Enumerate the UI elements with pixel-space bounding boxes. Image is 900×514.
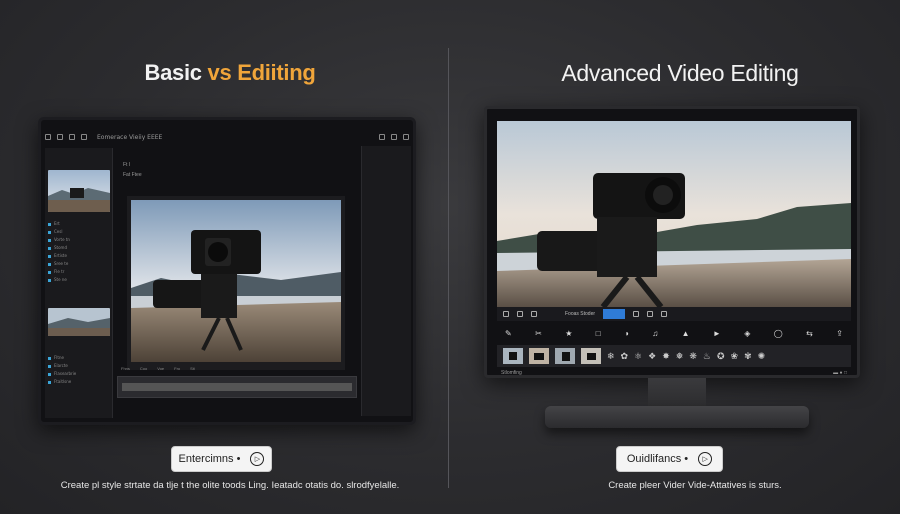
basic-caption: Create pl style strtate da tlje t the ol… bbox=[60, 480, 400, 491]
play-icon: ▷ bbox=[250, 452, 265, 466]
effect-icon[interactable]: ♨ bbox=[703, 351, 711, 362]
effect-icon[interactable]: ✺ bbox=[758, 351, 766, 362]
timeline-label: Coo bbox=[139, 366, 148, 371]
audio-icon[interactable] bbox=[647, 311, 654, 317]
mask-icon[interactable]: ◯ bbox=[774, 329, 783, 341]
effect-icon[interactable]: ✪ bbox=[717, 351, 725, 362]
crop-icon[interactable] bbox=[531, 311, 537, 317]
tool-icons-row: ✎ ✂ ★ □ ◑ ♫ ▲ ► ◈ ◯ ⇆ ⇪ bbox=[497, 329, 851, 341]
window-icon[interactable] bbox=[403, 134, 409, 140]
media-thumbnail-1[interactable] bbox=[48, 170, 110, 212]
scissors-icon[interactable]: ✂ bbox=[535, 329, 542, 341]
timeline-labels: Fhns Coo Voe Fro Sti bbox=[121, 366, 195, 371]
center-divider bbox=[448, 48, 449, 488]
preview-image[interactable] bbox=[497, 121, 851, 307]
export-icon[interactable]: ⇪ bbox=[836, 329, 843, 341]
star-icon[interactable]: ★ bbox=[565, 329, 572, 341]
editor-top-bar: Eomerace Vieiiy EEEE bbox=[45, 132, 409, 142]
media-list: Ert Cesl Vorte tn Stomd Ertiste Sree te … bbox=[48, 220, 70, 284]
music-icon[interactable]: ♫ bbox=[652, 329, 658, 341]
list-item[interactable]: Flasearbrie bbox=[48, 370, 76, 378]
transition-icon[interactable]: ⇆ bbox=[806, 329, 813, 341]
save-icon[interactable] bbox=[69, 134, 75, 140]
settings-icon[interactable] bbox=[391, 134, 397, 140]
advanced-button-label: Ouidlifancs • bbox=[626, 453, 689, 465]
play-icon: ▷ bbox=[698, 452, 713, 466]
zoom-icon[interactable] bbox=[503, 311, 509, 317]
preview-monitor[interactable] bbox=[127, 196, 345, 370]
effect-icon[interactable]: ✸ bbox=[662, 351, 670, 362]
timeline-label: Fro bbox=[174, 366, 181, 371]
title-word-basic: Basic bbox=[144, 60, 203, 85]
monitor-stand-base bbox=[545, 406, 809, 428]
status-bar: Stlomfing ▬ ● □ bbox=[497, 370, 851, 378]
advanced-editor-monitor: Fooas Stoder ✎ ✂ ★ □ ◑ ♫ ▲ ► ◈ ◯ ⇆ ⇪ ❄ ✿… bbox=[484, 106, 860, 378]
basic-editing-button[interactable]: Entercimns • ▷ bbox=[171, 446, 272, 472]
text-icon[interactable] bbox=[661, 311, 668, 317]
basic-button-label: Entercimns • bbox=[178, 453, 241, 465]
basic-editor-tablet: Eomerace Vieiiy EEEE Ert Cesl Vorte tn S… bbox=[38, 117, 416, 425]
timeline-clip[interactable] bbox=[122, 383, 352, 391]
list-item[interactable]: Ste ne bbox=[48, 276, 70, 284]
preview-image bbox=[131, 200, 341, 362]
editor-toolbar: Fooas Stoder bbox=[497, 307, 851, 321]
advanced-editing-button[interactable]: Ouidlifancs • ▷ bbox=[616, 446, 723, 472]
status-label: Stlomfing bbox=[501, 370, 522, 376]
list-item[interactable]: Sree te bbox=[48, 260, 70, 268]
effect-icon[interactable]: ✾ bbox=[744, 351, 752, 362]
file-icon[interactable] bbox=[45, 134, 51, 140]
export-icon[interactable] bbox=[379, 134, 385, 140]
effect-icon[interactable]: ❅ bbox=[676, 351, 684, 362]
timeline-label: Sti bbox=[190, 366, 195, 371]
timeline-track[interactable] bbox=[117, 376, 357, 398]
effect-icon[interactable]: ❋ bbox=[689, 351, 697, 362]
title-word-editing: vs Ediiting bbox=[207, 60, 316, 85]
menu-icon[interactable] bbox=[81, 134, 87, 140]
clip-thumbnail[interactable] bbox=[529, 348, 549, 364]
text-icon[interactable]: ▲ bbox=[682, 329, 690, 341]
list-item[interactable]: Ertiste bbox=[48, 252, 70, 260]
layers-icon[interactable]: ◈ bbox=[744, 329, 750, 341]
status-icons: ▬ ● □ bbox=[833, 370, 847, 376]
edit-icon[interactable] bbox=[57, 134, 63, 140]
selected-tool-button[interactable] bbox=[603, 309, 626, 319]
clip-thumbnail[interactable] bbox=[503, 348, 523, 364]
list-item[interactable]: Cesl bbox=[48, 228, 70, 236]
inspector-panel bbox=[361, 146, 411, 416]
list-item[interactable]: Ftaitlsne bbox=[48, 378, 76, 386]
clip-strip[interactable]: ❄ ✿ ⚛ ❖ ✸ ❅ ❋ ♨ ✪ ❀ ✾ ✺ bbox=[497, 345, 851, 367]
clip-thumbnail[interactable] bbox=[581, 348, 601, 364]
cut-icon[interactable] bbox=[517, 311, 523, 317]
media-panel: Ert Cesl Vorte tn Stomd Ertiste Sree te … bbox=[45, 148, 113, 418]
effect-icon[interactable]: ❖ bbox=[648, 351, 656, 362]
basic-editing-title: Basic vs Ediiting bbox=[40, 60, 420, 86]
advanced-caption: Create pleer Vider Vide-Attatives is stu… bbox=[608, 480, 782, 491]
preview-header: Ft I Fat Ftee bbox=[119, 148, 355, 178]
list-item[interactable]: Elarcte bbox=[48, 362, 76, 370]
color-icon[interactable]: ◑ bbox=[624, 329, 629, 341]
speed-icon[interactable]: ► bbox=[713, 329, 721, 341]
toolbar-label: Fooas Stoder bbox=[565, 311, 596, 317]
list-item[interactable]: Fltne bbox=[48, 354, 76, 362]
editor-menu-label: Eomerace Vieiiy EEEE bbox=[97, 133, 163, 141]
effect-icon[interactable]: ❄ bbox=[607, 351, 615, 362]
crop-icon[interactable]: □ bbox=[596, 329, 601, 341]
timeline-label: Fhns bbox=[121, 366, 130, 371]
track-label: Fat Ftee bbox=[123, 172, 142, 178]
effects-list: Fltne Elarcte Flasearbrie Ftaitlsne bbox=[48, 354, 76, 386]
list-item[interactable]: Ert bbox=[48, 220, 70, 228]
clip-thumbnail[interactable] bbox=[555, 348, 575, 364]
list-item[interactable]: Vorte tn bbox=[48, 236, 70, 244]
media-thumbnail-2[interactable] bbox=[48, 308, 110, 336]
effect-icon[interactable]: ❀ bbox=[731, 351, 739, 362]
advanced-editing-title: Advanced Video Editing bbox=[561, 60, 799, 86]
list-item[interactable]: Stomd bbox=[48, 244, 70, 252]
list-item[interactable]: Fle tr bbox=[48, 268, 70, 276]
effect-icon[interactable]: ✿ bbox=[621, 351, 629, 362]
timeline-label: Voe bbox=[157, 366, 165, 371]
effect-icon[interactable]: ⚛ bbox=[634, 351, 642, 362]
pen-icon[interactable]: ✎ bbox=[505, 329, 512, 341]
effects-icon[interactable] bbox=[633, 311, 640, 317]
track-label: Ft I bbox=[123, 162, 131, 168]
